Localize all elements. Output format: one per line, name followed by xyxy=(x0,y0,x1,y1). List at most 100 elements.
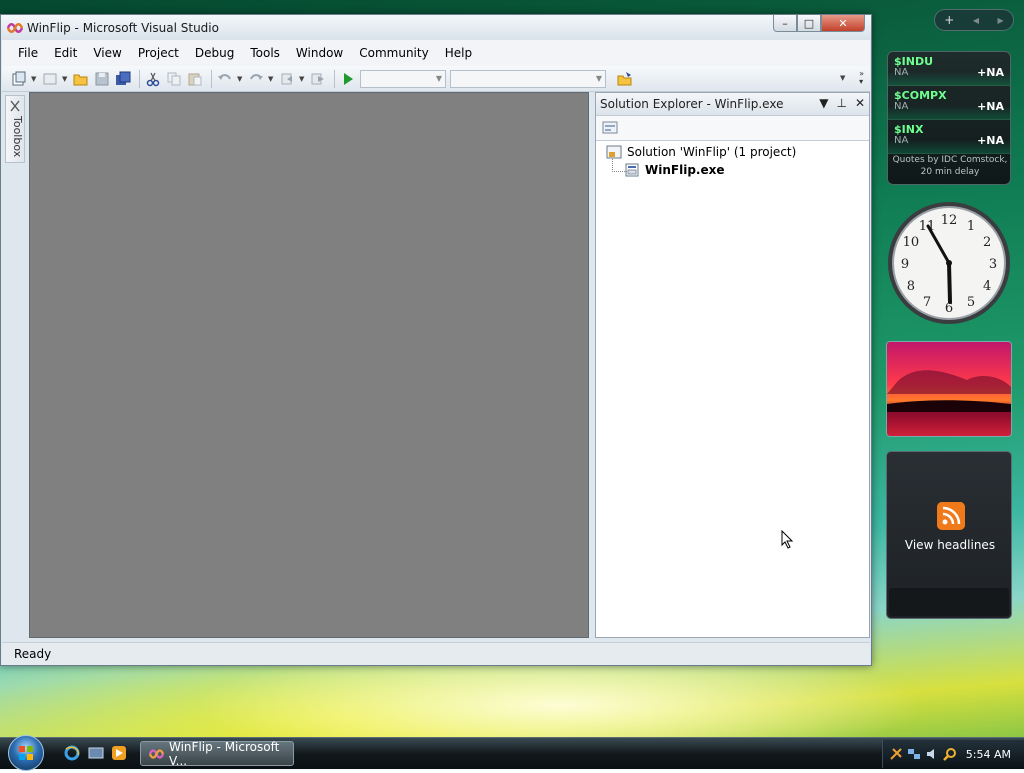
save-button[interactable] xyxy=(93,70,111,88)
stock-change: +NA xyxy=(977,66,1004,79)
menu-debug[interactable]: Debug xyxy=(187,46,242,60)
add-item-icon xyxy=(43,73,57,84)
visual-studio-logo-icon xyxy=(149,748,164,759)
menu-bar: File Edit View Project Debug Tools Windo… xyxy=(2,40,870,66)
undo-button[interactable] xyxy=(216,70,234,88)
next-gadgets-icon[interactable]: ▶ xyxy=(998,16,1004,25)
network-icon[interactable] xyxy=(907,747,921,761)
new-project-button[interactable] xyxy=(10,70,28,88)
tree-item-label: WinFlip.exe xyxy=(645,163,725,177)
chevron-down-icon: ▼ xyxy=(435,73,442,83)
stock-row[interactable]: $INX NA +NA xyxy=(888,120,1010,154)
toolbar-separator xyxy=(211,69,212,88)
menu-view[interactable]: View xyxy=(85,46,129,60)
toolbar-overflow-icon[interactable]: » ▾ xyxy=(859,70,864,86)
copy-button[interactable] xyxy=(165,70,183,88)
title-bar[interactable]: WinFlip - Microsoft Visual Studio – □ ✕ xyxy=(1,15,871,40)
copy-icon xyxy=(167,72,181,85)
properties-icon[interactable] xyxy=(602,120,620,136)
view-headlines-link[interactable]: View headlines xyxy=(887,538,1013,552)
clock-numeral: 4 xyxy=(983,279,991,294)
save-icon xyxy=(95,72,109,85)
toolbox-label: Toolbox xyxy=(11,116,24,158)
search-icon[interactable] xyxy=(943,747,957,761)
find-in-files-button[interactable] xyxy=(616,70,634,88)
solution-explorer-toolbar xyxy=(596,116,869,141)
internet-explorer-icon[interactable] xyxy=(64,745,80,761)
status-bar: Ready xyxy=(2,642,870,665)
taskbar: WinFlip - Microsoft V... 5:54 AM xyxy=(0,735,1024,771)
open-file-button[interactable] xyxy=(72,70,90,88)
previous-gadgets-icon[interactable]: ◀ xyxy=(973,16,979,25)
new-project-dropdown-icon[interactable]: ▼ xyxy=(31,75,38,83)
window-title: WinFlip - Microsoft Visual Studio xyxy=(27,21,219,35)
menu-community[interactable]: Community xyxy=(351,46,436,60)
stock-row[interactable]: $INDU NA +NA xyxy=(888,52,1010,86)
add-item-button[interactable] xyxy=(41,70,59,88)
menu-edit[interactable]: Edit xyxy=(46,46,85,60)
start-button[interactable] xyxy=(8,735,44,771)
close-panel-icon[interactable]: ✕ xyxy=(855,96,865,110)
volume-icon[interactable] xyxy=(925,747,939,761)
tree-item-solution[interactable]: Solution 'WinFlip' (1 project) xyxy=(606,143,869,161)
taskbar-button-label: WinFlip - Microsoft V... xyxy=(169,739,280,768)
redo-button[interactable] xyxy=(247,70,265,88)
close-icon: ✕ xyxy=(838,16,848,30)
undo-icon xyxy=(218,73,231,80)
menu-window[interactable]: Window xyxy=(288,46,351,60)
menu-help[interactable]: Help xyxy=(437,46,480,60)
redo-dropdown-icon[interactable]: ▼ xyxy=(268,75,275,83)
stocks-gadget[interactable]: $INDU NA +NA $COMPX NA +NA $INX NA +NA Q… xyxy=(887,51,1011,185)
save-all-button[interactable] xyxy=(114,70,132,88)
system-tray: 5:54 AM xyxy=(882,740,1024,768)
clock-numeral: 7 xyxy=(923,295,931,310)
stock-value: NA xyxy=(894,101,909,112)
solution-explorer-header[interactable]: Solution Explorer - WinFlip.exe ▼ ⊥ ✕ xyxy=(596,93,869,116)
stock-row[interactable]: $COMPX NA +NA xyxy=(888,86,1010,120)
solution-platform-dropdown[interactable]: ▼ xyxy=(450,69,606,88)
clock-numeral: 5 xyxy=(967,295,975,310)
close-button[interactable]: ✕ xyxy=(821,15,865,32)
windows-logo-icon xyxy=(19,746,33,760)
window-position-dropdown-icon[interactable]: ▼ xyxy=(819,96,828,110)
sunset-photo xyxy=(887,342,1011,436)
taskbar-clock[interactable]: 5:54 AM xyxy=(966,748,1011,761)
add-item-dropdown-icon[interactable]: ▼ xyxy=(62,75,69,83)
menu-file[interactable]: File xyxy=(10,46,46,60)
solution-explorer-panel: Solution Explorer - WinFlip.exe ▼ ⊥ ✕ So… xyxy=(595,92,870,638)
feeds-footer xyxy=(889,588,1009,616)
redo-icon xyxy=(250,73,263,80)
media-player-icon[interactable] xyxy=(111,745,127,761)
cut-button[interactable] xyxy=(144,70,162,88)
auto-hide-pin-icon[interactable]: ⊥ xyxy=(836,96,846,110)
folder-search-icon xyxy=(617,71,632,85)
minimize-button[interactable]: – xyxy=(773,15,797,32)
clock-gadget[interactable]: 12 1234567891011 xyxy=(886,200,1012,326)
paste-button[interactable] xyxy=(186,70,204,88)
slideshow-gadget[interactable] xyxy=(886,341,1012,437)
add-gadget-icon[interactable]: + xyxy=(944,13,954,27)
navigate-backward-dropdown-icon[interactable]: ▼ xyxy=(299,75,306,83)
sidebar-tray-icon[interactable] xyxy=(889,747,903,761)
toolbox-tab[interactable]: Toolbox xyxy=(5,95,25,163)
solution-configuration-dropdown[interactable]: ▼ xyxy=(360,69,446,88)
tree-item-project[interactable]: WinFlip.exe xyxy=(606,161,869,179)
menu-tools[interactable]: Tools xyxy=(242,46,288,60)
clock-numeral: 1 xyxy=(967,219,975,234)
editor-area[interactable] xyxy=(29,92,589,638)
start-debugging-button[interactable] xyxy=(339,70,357,88)
toolbar-dropdown-icon[interactable]: ▼ xyxy=(840,74,847,82)
play-icon xyxy=(344,72,353,85)
undo-dropdown-icon[interactable]: ▼ xyxy=(237,75,244,83)
feed-headlines-gadget[interactable]: View headlines xyxy=(886,451,1012,619)
navigate-forward-button[interactable] xyxy=(309,70,327,88)
taskbar-button-visual-studio[interactable]: WinFlip - Microsoft V... xyxy=(140,739,294,768)
clock-numeral: 8 xyxy=(907,279,915,294)
menu-project[interactable]: Project xyxy=(130,46,187,60)
chevron-down-icon: ▼ xyxy=(595,73,602,83)
stock-value: NA xyxy=(894,135,909,146)
maximize-button[interactable]: □ xyxy=(797,15,821,32)
clock-numeral: 12 xyxy=(941,213,958,228)
navigate-backward-button[interactable] xyxy=(278,70,296,88)
show-desktop-icon[interactable] xyxy=(88,745,104,761)
